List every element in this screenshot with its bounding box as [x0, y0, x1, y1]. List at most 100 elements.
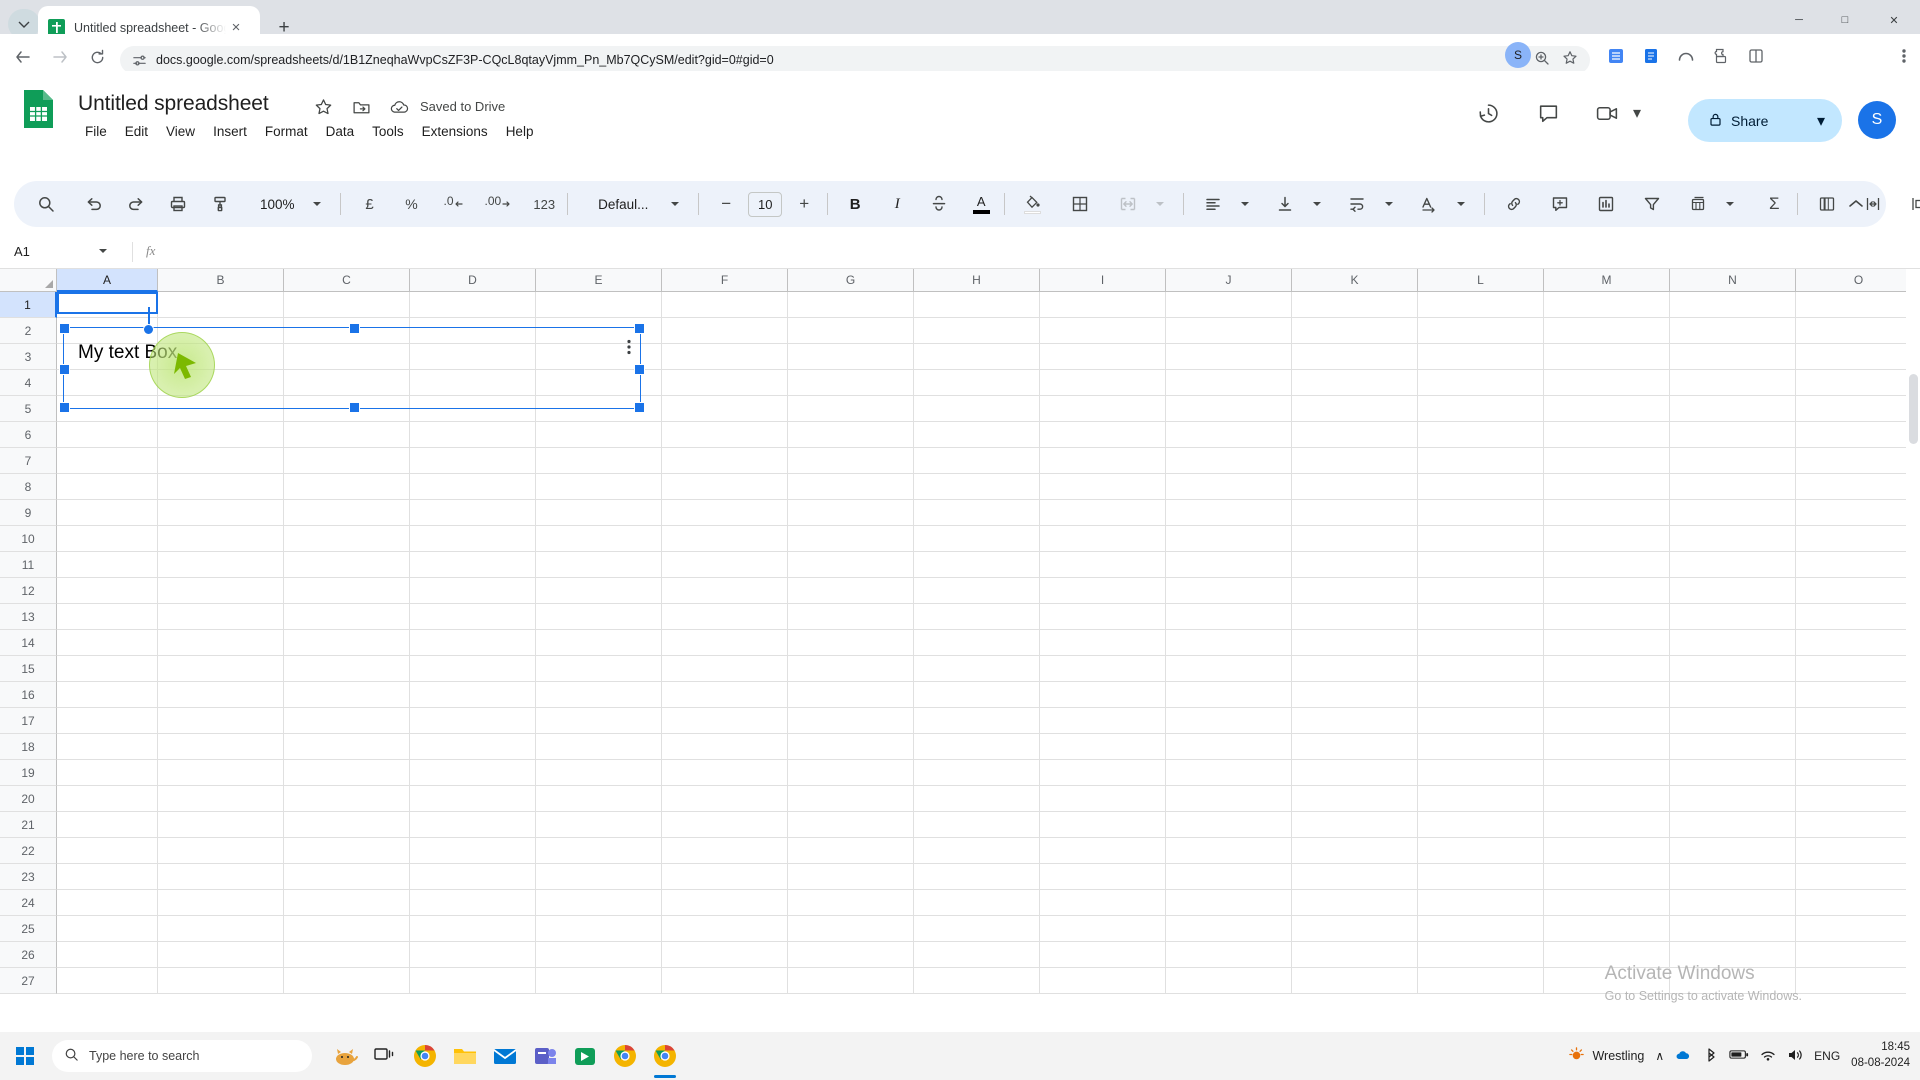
cell-F27[interactable] [662, 968, 788, 994]
resize-handle-s[interactable] [349, 402, 360, 413]
cell-A26[interactable] [57, 942, 158, 968]
cell-L9[interactable] [1418, 500, 1544, 526]
merge-cells-icon[interactable] [1112, 188, 1144, 220]
cell-I17[interactable] [1040, 708, 1166, 734]
cell-I14[interactable] [1040, 630, 1166, 656]
cell-F15[interactable] [662, 656, 788, 682]
cell-L4[interactable] [1418, 370, 1544, 396]
cell-F25[interactable] [662, 916, 788, 942]
cell-H21[interactable] [914, 812, 1040, 838]
cell-C25[interactable] [284, 916, 410, 942]
cell-O4[interactable] [1796, 370, 1920, 396]
cell-I2[interactable] [1040, 318, 1166, 344]
more-formats-button[interactable]: 123 [528, 188, 560, 220]
cell-A7[interactable] [57, 448, 158, 474]
cell-A12[interactable] [57, 578, 158, 604]
cell-A13[interactable] [57, 604, 158, 630]
row-header-17[interactable]: 17 [0, 708, 57, 734]
cell-E18[interactable] [536, 734, 662, 760]
row-header-1[interactable]: 1 [0, 292, 57, 318]
row-header-9[interactable]: 9 [0, 500, 57, 526]
decrease-font-size-button[interactable]: − [710, 188, 742, 220]
row-header-27[interactable]: 27 [0, 968, 57, 994]
volume-icon[interactable] [1787, 1048, 1803, 1065]
select-all-corner[interactable] [0, 269, 57, 292]
cell-J15[interactable] [1166, 656, 1292, 682]
cell-D12[interactable] [410, 578, 536, 604]
cell-N21[interactable] [1670, 812, 1796, 838]
cell-O3[interactable] [1796, 344, 1920, 370]
cell-B25[interactable] [158, 916, 284, 942]
cell-L17[interactable] [1418, 708, 1544, 734]
paint-format-icon[interactable] [204, 188, 236, 220]
resize-handle-n[interactable] [349, 323, 360, 334]
cell-O23[interactable] [1796, 864, 1920, 890]
cell-K3[interactable] [1292, 344, 1418, 370]
cell-C19[interactable] [284, 760, 410, 786]
cell-K22[interactable] [1292, 838, 1418, 864]
cell-H19[interactable] [914, 760, 1040, 786]
cell-E11[interactable] [536, 552, 662, 578]
cell-L25[interactable] [1418, 916, 1544, 942]
cell-N8[interactable] [1670, 474, 1796, 500]
cell-F6[interactable] [662, 422, 788, 448]
cell-E17[interactable] [536, 708, 662, 734]
cell-B12[interactable] [158, 578, 284, 604]
cell-D1[interactable] [410, 292, 536, 318]
resize-handle-w[interactable] [59, 364, 70, 375]
cell-C7[interactable] [284, 448, 410, 474]
cell-I15[interactable] [1040, 656, 1166, 682]
cell-A24[interactable] [57, 890, 158, 916]
extensions-puzzle-icon[interactable] [1707, 42, 1735, 70]
cell-B13[interactable] [158, 604, 284, 630]
cell-G25[interactable] [788, 916, 914, 942]
cell-G14[interactable] [788, 630, 914, 656]
cell-I20[interactable] [1040, 786, 1166, 812]
row-header-2[interactable]: 2 [0, 318, 57, 344]
cell-J3[interactable] [1166, 344, 1292, 370]
vertical-scroll-thumb[interactable] [1909, 374, 1918, 444]
cell-D13[interactable] [410, 604, 536, 630]
cell-H18[interactable] [914, 734, 1040, 760]
cell-K20[interactable] [1292, 786, 1418, 812]
row-header-20[interactable]: 20 [0, 786, 57, 812]
meet-camera-icon[interactable] [1590, 96, 1624, 130]
cell-I7[interactable] [1040, 448, 1166, 474]
cell-N10[interactable] [1670, 526, 1796, 552]
cell-M9[interactable] [1544, 500, 1670, 526]
cell-E6[interactable] [536, 422, 662, 448]
cell-N17[interactable] [1670, 708, 1796, 734]
cell-O10[interactable] [1796, 526, 1920, 552]
cell-A11[interactable] [57, 552, 158, 578]
row-header-10[interactable]: 10 [0, 526, 57, 552]
task-view-icon[interactable] [368, 1040, 402, 1072]
cell-N9[interactable] [1670, 500, 1796, 526]
cell-H27[interactable] [914, 968, 1040, 994]
cell-H6[interactable] [914, 422, 1040, 448]
cell-D18[interactable] [410, 734, 536, 760]
collapse-toolbar-icon[interactable] [1840, 188, 1872, 220]
cell-D26[interactable] [410, 942, 536, 968]
cell-J14[interactable] [1166, 630, 1292, 656]
cell-I21[interactable] [1040, 812, 1166, 838]
filter-icon[interactable] [1636, 188, 1668, 220]
currency-format-button[interactable]: £ [354, 188, 386, 220]
cell-B8[interactable] [158, 474, 284, 500]
cell-H11[interactable] [914, 552, 1040, 578]
strikethrough-button[interactable] [923, 188, 955, 220]
cell-G16[interactable] [788, 682, 914, 708]
cell-A9[interactable] [57, 500, 158, 526]
cell-J8[interactable] [1166, 474, 1292, 500]
cell-B10[interactable] [158, 526, 284, 552]
undo-icon[interactable] [78, 188, 110, 220]
cell-F7[interactable] [662, 448, 788, 474]
cell-B17[interactable] [158, 708, 284, 734]
cell-C12[interactable] [284, 578, 410, 604]
cell-J22[interactable] [1166, 838, 1292, 864]
row-header-8[interactable]: 8 [0, 474, 57, 500]
cell-K25[interactable] [1292, 916, 1418, 942]
cell-F26[interactable] [662, 942, 788, 968]
cell-G5[interactable] [788, 396, 914, 422]
cell-K6[interactable] [1292, 422, 1418, 448]
row-header-25[interactable]: 25 [0, 916, 57, 942]
